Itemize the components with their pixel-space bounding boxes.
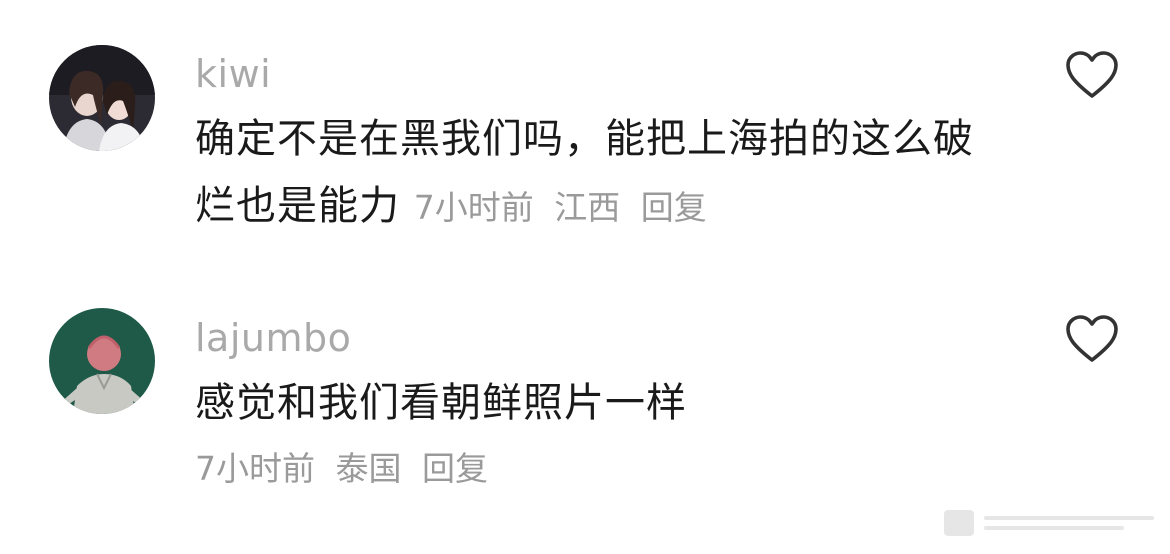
comment-location: 泰国	[335, 449, 402, 488]
watermark	[944, 506, 1158, 542]
heart-outline-icon	[1066, 315, 1118, 362]
comment-text: 感觉和我们看朝鲜照片一样	[195, 380, 687, 426]
username[interactable]: lajumbo	[195, 319, 351, 357]
reply-button[interactable]: 回复	[422, 449, 488, 488]
comment-meta: 7小时前 泰国 回复	[195, 452, 498, 485]
avatar[interactable]	[49, 308, 155, 414]
like-button[interactable]	[1064, 314, 1120, 364]
comment-item: lajumbo 感觉和我们看朝鲜照片一样 7小时前 泰国 回复	[0, 0, 1170, 554]
comment-time: 7小时前	[195, 449, 315, 488]
